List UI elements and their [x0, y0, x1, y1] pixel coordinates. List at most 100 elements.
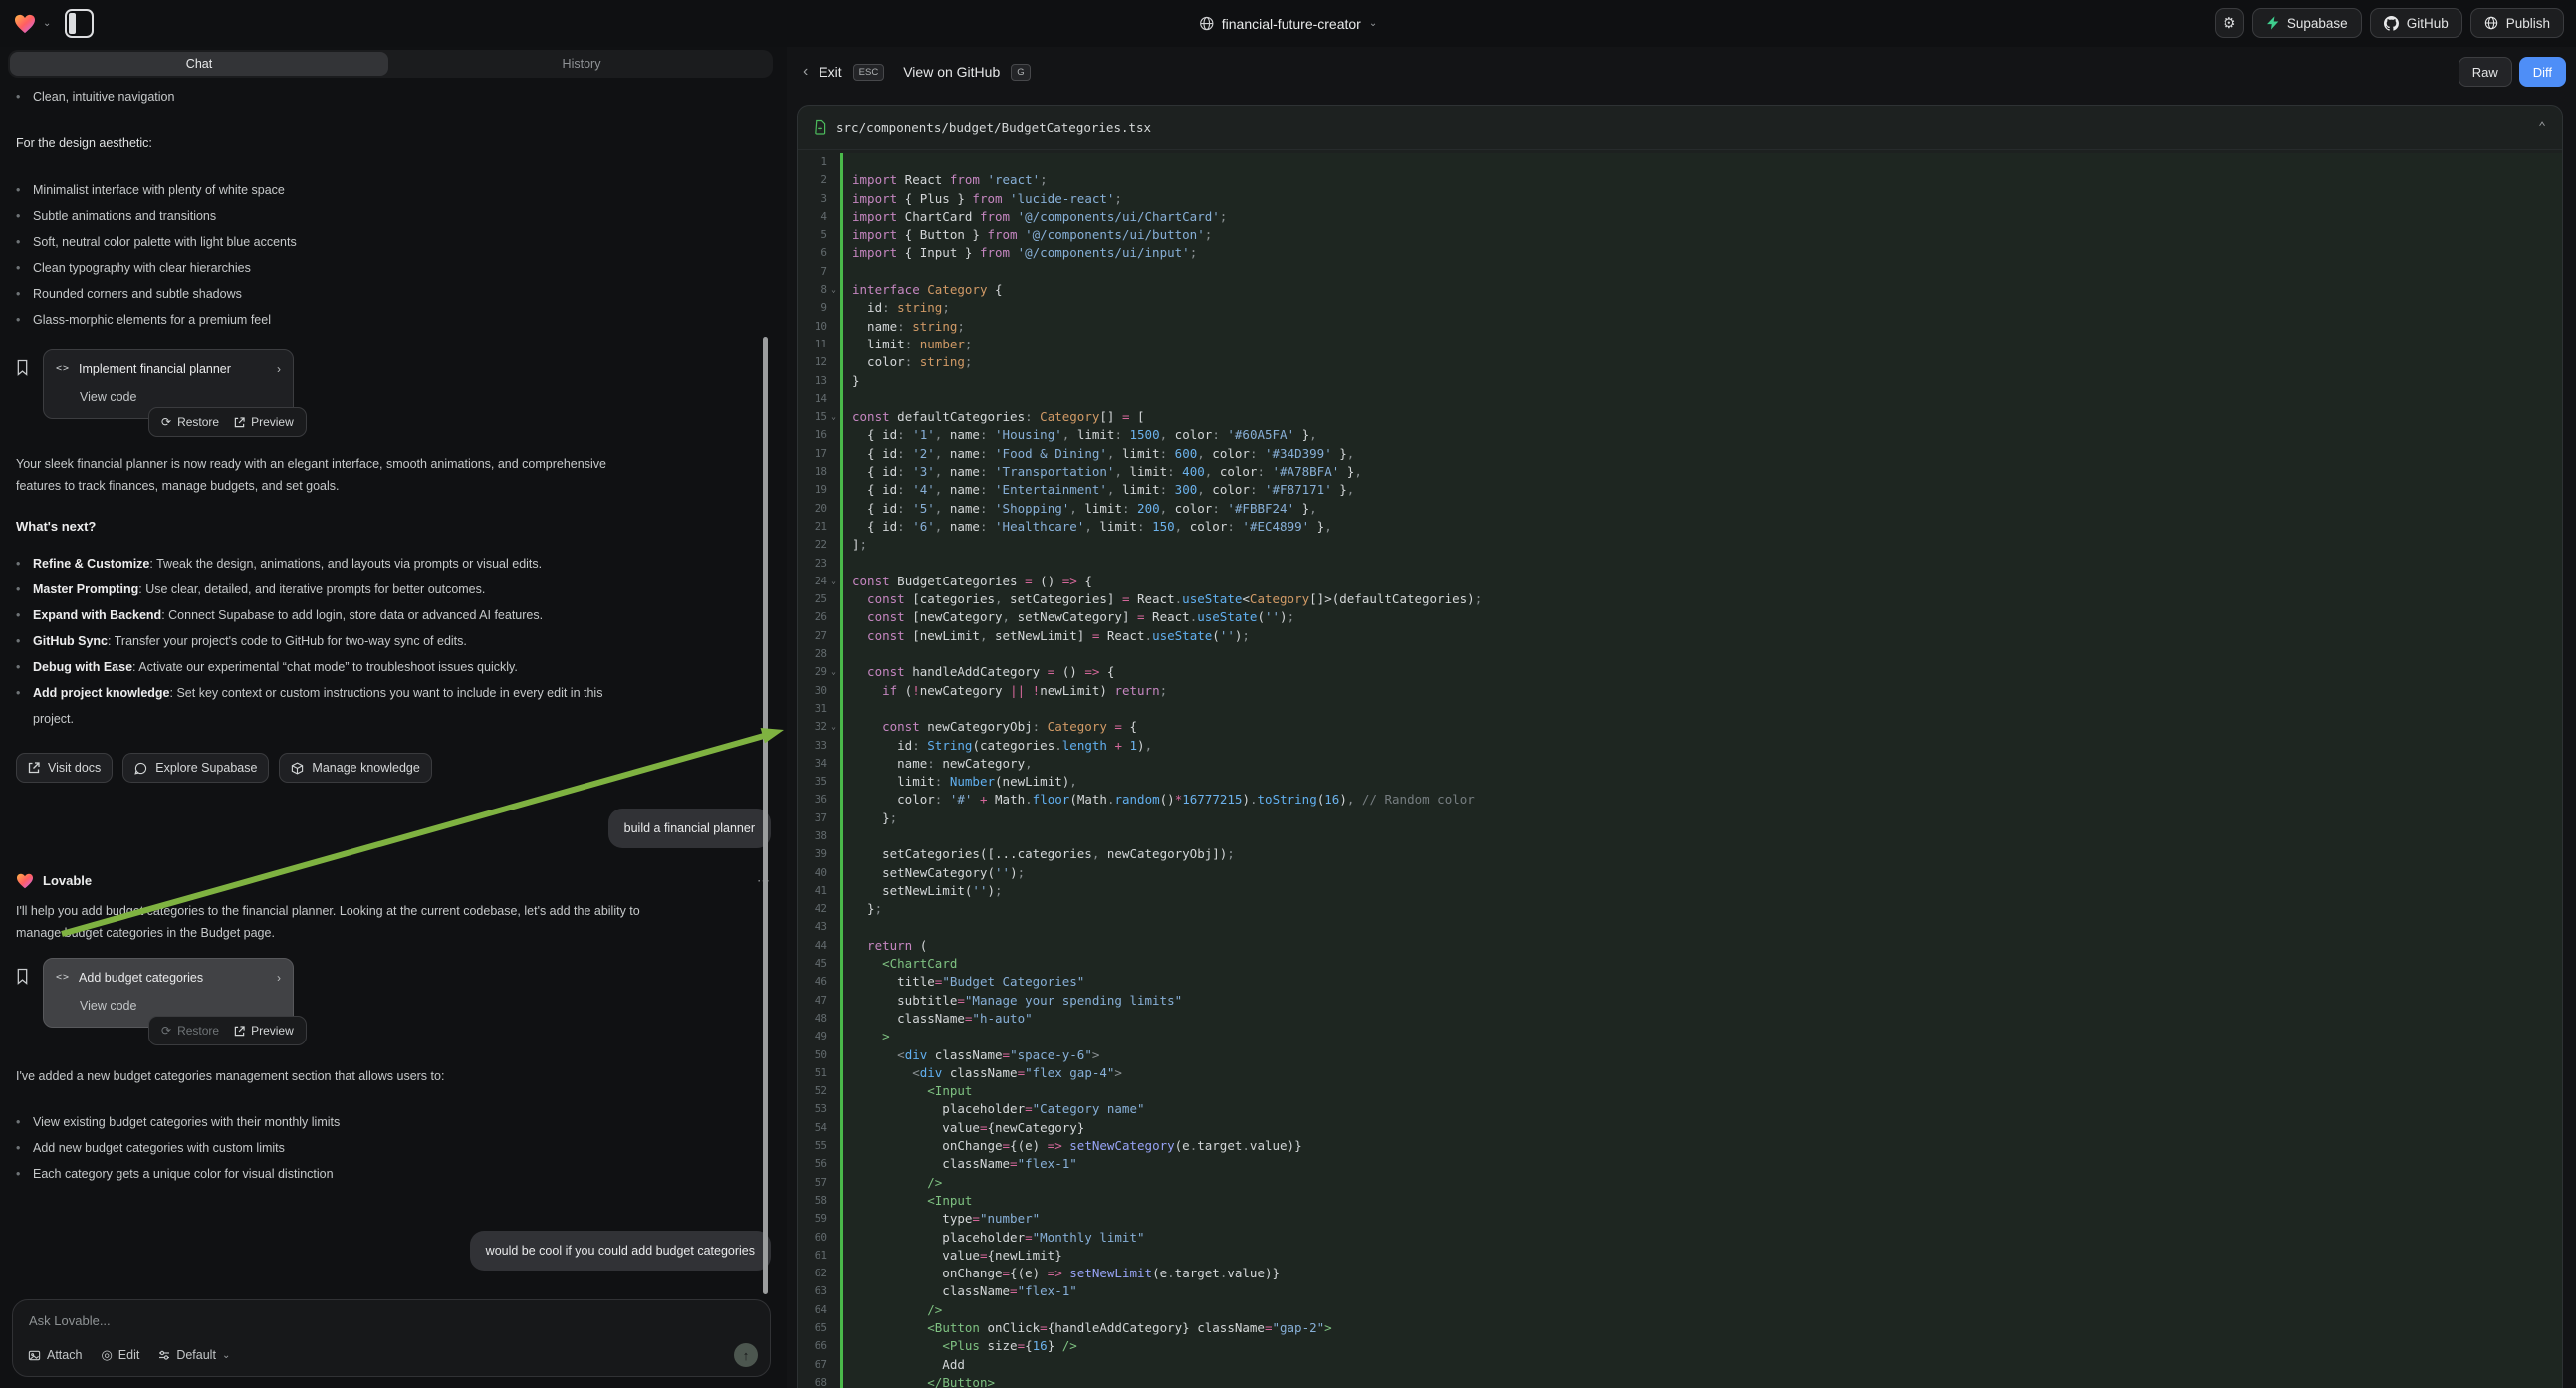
project-title: financial-future-creator [1222, 16, 1361, 32]
gutter-spacer [827, 1064, 840, 1082]
view-on-github-link[interactable]: View on GitHub [903, 64, 1000, 80]
mode-select[interactable]: Default ⌄ [158, 1348, 230, 1362]
code-line: 52 <Input [798, 1082, 2562, 1100]
list-item: •Minimalist interface with plenty of whi… [16, 177, 771, 203]
gutter-spacer [827, 1210, 840, 1228]
chevron-right-icon: › [277, 360, 281, 378]
code-line: 57 /> [798, 1174, 2562, 1192]
code-line: 28 [798, 645, 2562, 663]
list-item: •Glass-morphic elements for a premium fe… [16, 307, 771, 333]
tab-chat[interactable]: Chat [8, 50, 390, 78]
code-text: { id: '3', name: 'Transportation', limit… [840, 463, 2562, 481]
restore-button-disabled[interactable]: ⟳Restore [161, 1022, 219, 1040]
bullet-text: View existing budget categories with the… [33, 1109, 340, 1135]
code-text: limit: number; [840, 336, 2562, 353]
code-text: className="flex-1" [840, 1155, 2562, 1173]
app-window: ⌄ financial-future-creator ⌄ ⚙ Supabase [0, 0, 2576, 1388]
code-line: 34 name: newCategory, [798, 755, 2562, 773]
line-number: 4 [798, 208, 827, 226]
fold-chevron-icon[interactable]: ⌄ [827, 281, 840, 299]
code-line: 3import { Plus } from 'lucide-react'; [798, 190, 2562, 208]
toggle-sidebar-button[interactable] [65, 9, 94, 38]
bullet-dot: • [16, 177, 33, 203]
gutter-spacer [827, 1282, 840, 1300]
code-line: 13} [798, 372, 2562, 390]
back-chevron-icon[interactable]: ‹ [803, 63, 808, 81]
code-line: 47 subtitle="Manage your spending limits… [798, 992, 2562, 1010]
code-line: 39 setCategories([...categories, newCate… [798, 845, 2562, 863]
version-card-title: Implement financial planner [79, 360, 231, 378]
code-text: import React from 'react'; [840, 171, 2562, 189]
code-text: return ( [840, 937, 2562, 955]
code-line: 10 name: string; [798, 318, 2562, 336]
tab-history[interactable]: History [390, 50, 773, 78]
code-text [840, 555, 2562, 573]
manage-knowledge-button[interactable]: Manage knowledge [279, 753, 431, 783]
version-actions-pill: ⟳Restore Preview [148, 407, 307, 437]
gutter-spacer [827, 226, 840, 244]
code-line: 49 > [798, 1028, 2562, 1045]
code-text: <ChartCard [840, 955, 2562, 973]
raw-toggle-button[interactable]: Raw [2459, 57, 2512, 87]
settings-button[interactable]: ⚙ [2215, 8, 2244, 38]
explore-supabase-button[interactable]: Explore Supabase [122, 753, 269, 783]
gear-icon: ⚙ [2223, 16, 2235, 31]
code-text [840, 263, 2562, 281]
gutter-spacer [827, 318, 840, 336]
fold-chevron-icon[interactable]: ⌄ [827, 663, 840, 681]
code-line: 7 [798, 263, 2562, 281]
code-line: 67 Add [798, 1356, 2562, 1374]
github-button[interactable]: GitHub [2370, 8, 2462, 38]
bullet-text: Minimalist interface with plenty of whit… [33, 177, 285, 203]
bookmark-icon[interactable] [16, 958, 43, 985]
gutter-spacer [827, 827, 840, 845]
project-switcher[interactable]: financial-future-creator ⌄ [1199, 0, 1377, 47]
chat-input[interactable] [27, 1311, 756, 1341]
line-number: 7 [798, 263, 827, 281]
bullet-text: Glass-morphic elements for a premium fee… [33, 307, 271, 333]
code-text [840, 700, 2562, 718]
preview-button[interactable]: Preview [234, 1022, 294, 1040]
supabase-button[interactable]: Supabase [2252, 8, 2362, 38]
line-number: 65 [798, 1319, 827, 1337]
fold-chevron-icon[interactable]: ⌄ [827, 408, 840, 426]
code-line: 19 { id: '4', name: 'Entertainment', lim… [798, 481, 2562, 499]
fold-chevron-icon[interactable]: ⌄ [827, 718, 840, 736]
send-button[interactable]: ↑ [734, 1343, 758, 1367]
collapse-chevron-icon[interactable]: ⌃ [2538, 120, 2546, 135]
bookmark-icon[interactable] [16, 349, 43, 376]
file-path: src/components/budget/BudgetCategories.t… [836, 120, 1151, 135]
publish-globe-icon [2484, 16, 2498, 30]
visit-docs-button[interactable]: Visit docs [16, 753, 113, 783]
code-line: 25 const [categories, setCategories] = R… [798, 590, 2562, 608]
sliders-icon [158, 1349, 170, 1361]
code-text: { id: '1', name: 'Housing', limit: 1500,… [840, 426, 2562, 444]
gutter-spacer [827, 1337, 840, 1355]
preview-button[interactable]: Preview [234, 413, 294, 431]
line-number: 38 [798, 827, 827, 845]
view-code-link[interactable]: View code [80, 997, 281, 1015]
diff-toggle-button[interactable]: Diff [2519, 57, 2566, 87]
chat-scrollbar-thumb[interactable] [763, 337, 768, 1294]
code-text: setNewLimit(''); [840, 882, 2562, 900]
code-line: 32⌄ const newCategoryObj: Category = { [798, 718, 2562, 736]
edit-button[interactable]: ◎ Edit [101, 1347, 139, 1363]
fold-chevron-icon[interactable]: ⌄ [827, 573, 840, 590]
supabase-label: Supabase [2287, 16, 2348, 31]
publish-button[interactable]: Publish [2470, 8, 2564, 38]
code-text: type="number" [840, 1210, 2562, 1228]
gutter-spacer [827, 900, 840, 918]
restore-button[interactable]: ⟳Restore [161, 413, 219, 431]
line-number: 62 [798, 1265, 827, 1282]
view-code-link[interactable]: View code [80, 388, 281, 406]
bullet-dot: • [16, 203, 33, 229]
added-features-bullet-list: •View existing budget categories with th… [16, 1109, 771, 1187]
workspace-chevron-icon[interactable]: ⌄ [43, 18, 51, 29]
code-line: 37 }; [798, 810, 2562, 827]
gutter-spacer [827, 992, 840, 1010]
file-path-bar[interactable]: src/components/budget/BudgetCategories.t… [798, 106, 2562, 150]
line-number: 46 [798, 973, 827, 991]
attach-button[interactable]: Attach [28, 1348, 82, 1362]
chat-scroll-area[interactable]: • Clean, intuitive navigation For the de… [0, 81, 787, 1294]
exit-button[interactable]: Exit [819, 64, 841, 80]
